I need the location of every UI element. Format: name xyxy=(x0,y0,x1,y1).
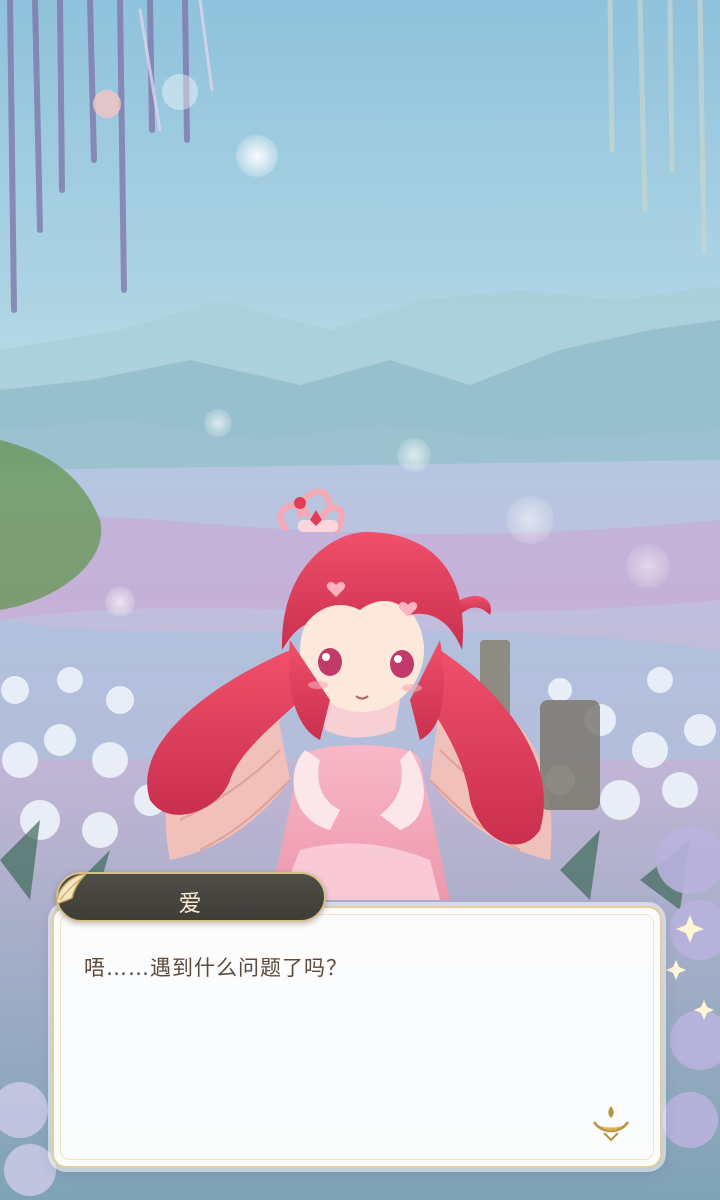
speaker-name-plate: 爱 xyxy=(56,872,326,922)
dialog-box[interactable]: 唔……遇到什么问题了吗？ xyxy=(52,906,662,1168)
speaker-name: 爱 xyxy=(178,891,204,917)
leaf-ornament-icon xyxy=(55,872,89,906)
dialog-text: 唔……遇到什么问题了吗？ xyxy=(84,956,348,980)
continue-arrow-icon[interactable] xyxy=(588,1100,634,1146)
